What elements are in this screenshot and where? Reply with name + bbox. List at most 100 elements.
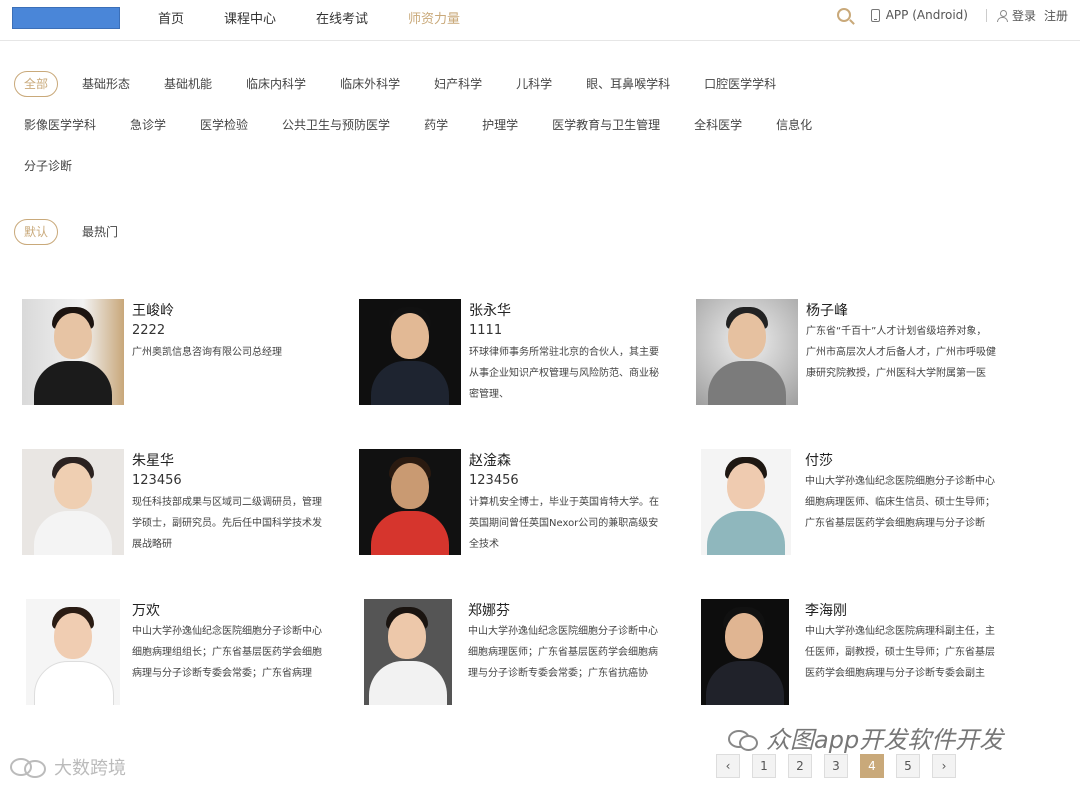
search-icon[interactable] [836,8,851,22]
user-icon [996,9,1008,22]
sort-default[interactable]: 默认 [14,219,59,245]
category-item[interactable]: 儿科学 [506,72,562,96]
register-link[interactable]: 注册 [1044,7,1068,24]
site-logo[interactable] [12,7,120,29]
divider [985,8,987,22]
teacher-card[interactable]: 朱星华 123456 现任科技部成果与区域司二级调研员，管理学硕士，副研究员。先… [22,449,322,557]
category-item[interactable]: 眼、耳鼻喉学科 [576,72,680,96]
category-item[interactable]: 临床外科学 [330,72,410,96]
pagination-page[interactable]: 3 [824,754,848,778]
pagination-prev[interactable]: ‹ [716,754,740,778]
teacher-card[interactable]: 杨子峰 广东省“千百十”人才计划省级培养对象，广州市高层次人才后备人才，广州市呼… [696,299,996,407]
sort-options: 默认 最热门 [14,219,142,245]
top-header: 首页 课程中心 在线考试 师资力量 APP (Android) 登录 注册 [0,0,1080,41]
nav-home[interactable]: 首页 [158,8,184,27]
teacher-description: 广州奥凯信息咨询有限公司总经理 [132,347,282,358]
teacher-name[interactable]: 张永华 [469,301,659,321]
category-item[interactable]: 医学检验 [190,113,258,137]
category-item[interactable]: 医学教育与卫生管理 [542,113,670,137]
teacher-info: 王峻岭 2222 广州奥凯信息咨询有限公司总经理 [132,301,322,363]
nav-exam[interactable]: 在线考试 [316,8,368,27]
category-item[interactable]: 妇产科学 [424,72,492,96]
main-nav: 首页 课程中心 在线考试 师资力量 [158,0,500,34]
teacher-name[interactable]: 朱星华 [132,451,322,471]
category-item[interactable]: 分子诊断 [14,154,82,178]
teacher-info: 朱星华 123456 现任科技部成果与区域司二级调研员，管理学硕士，副研究员。先… [132,451,322,555]
header-right: APP (Android) 登录 注册 [836,0,1076,30]
teacher-card[interactable]: 张永华 1111 环球律师事务所常驻北京的合伙人，其主要从事企业知识产权管理与风… [359,299,659,407]
teacher-photo[interactable] [696,299,798,405]
teacher-info: 杨子峰 广东省“千百十”人才计划省级培养对象，广州市高层次人才后备人才，广州市呼… [806,301,996,384]
teacher-info: 郑娜芬 中山大学孙逸仙纪念医院细胞分子诊断中心细胞病理医师；广东省基层医药学会细… [468,601,658,684]
teacher-info: 万欢 中山大学孙逸仙纪念医院细胞分子诊断中心细胞病理组组长；广东省基层医药学会细… [132,601,322,684]
app-download-link[interactable]: APP (Android) [886,8,968,22]
teacher-photo[interactable] [701,599,789,705]
teacher-photo[interactable] [22,449,124,555]
teacher-subtitle: 1111 [469,323,503,338]
category-filter-row-1: 全部 基础形态 基础机能 临床内科学 临床外科学 妇产科学 儿科学 眼、耳鼻喉学… [14,71,800,97]
pagination-page[interactable]: 1 [752,754,776,778]
teacher-card[interactable]: 赵淦森 123456 计算机安全博士，毕业于英国肯特大学。在英国期间曾任英国Ne… [359,449,659,557]
category-item[interactable]: 护理学 [472,113,528,137]
teacher-description: 计算机安全博士，毕业于英国肯特大学。在英国期间曾任英国Nexor公司的兼职高级安… [469,497,659,550]
teacher-description: 环球律师事务所常驻北京的合伙人，其主要从事企业知识产权管理与风险防范、商业秘密管… [469,347,659,400]
category-item[interactable]: 全科医学 [684,113,752,137]
teacher-subtitle: 123456 [469,473,519,488]
teacher-description: 中山大学孙逸仙纪念医院细胞分子诊断中心细胞病理医师；广东省基层医药学会细胞病理与… [468,626,658,679]
pagination-page[interactable]: 5 [896,754,920,778]
teacher-card[interactable]: 李海刚 中山大学孙逸仙纪念医院病理科副主任，主任医师，副教授，硕士生导师；广东省… [701,599,1001,707]
pagination: ‹ 1 2 3 4 5 › [716,754,968,778]
category-item[interactable]: 影像医学学科 [14,113,106,137]
teacher-description: 中山大学孙逸仙纪念医院细胞分子诊断中心细胞病理医师、临床生信员、硕士生导师；广东… [805,476,995,529]
teacher-photo[interactable] [26,599,120,705]
teacher-name[interactable]: 付莎 [805,451,995,471]
category-filter-row-3: 分子诊断 [14,154,96,178]
teacher-info: 付莎 中山大学孙逸仙纪念医院细胞分子诊断中心细胞病理医师、临床生信员、硕士生导师… [805,451,995,534]
teacher-subtitle: 2222 [132,323,166,338]
login-link[interactable]: 登录 [1012,7,1036,24]
teacher-description: 中山大学孙逸仙纪念医院病理科副主任，主任医师，副教授，硕士生导师；广东省基层医药… [805,626,995,679]
sort-hottest[interactable]: 最热门 [72,220,128,244]
category-all[interactable]: 全部 [14,71,59,97]
pagination-page[interactable]: 2 [788,754,812,778]
category-item[interactable]: 急诊学 [120,113,176,137]
teacher-info: 张永华 1111 环球律师事务所常驻北京的合伙人，其主要从事企业知识产权管理与风… [469,301,659,405]
teacher-card[interactable]: 付莎 中山大学孙逸仙纪念医院细胞分子诊断中心细胞病理医师、临床生信员、硕士生导师… [701,449,1001,557]
teacher-card[interactable]: 郑娜芬 中山大学孙逸仙纪念医院细胞分子诊断中心细胞病理医师；广东省基层医药学会细… [364,599,664,707]
brand-watermark: 大数跨境 [10,754,126,780]
category-item[interactable]: 基础机能 [154,72,222,96]
brand-watermark-text: 大数跨境 [54,758,126,779]
pagination-page-current[interactable]: 4 [860,754,884,778]
teacher-card[interactable]: 王峻岭 2222 广州奥凯信息咨询有限公司总经理 [22,299,322,407]
teacher-photo[interactable] [701,449,791,555]
teacher-description: 现任科技部成果与区域司二级调研员，管理学硕士，副研究员。先后任中国科学技术发展战… [132,497,322,550]
category-item[interactable]: 药学 [414,113,458,137]
teacher-photo[interactable] [359,299,461,405]
teacher-photo[interactable] [364,599,452,705]
category-item[interactable]: 公共卫生与预防医学 [272,113,400,137]
teacher-subtitle: 123456 [132,473,182,488]
category-item[interactable]: 临床内科学 [236,72,316,96]
teacher-name[interactable]: 王峻岭 [132,301,322,321]
category-filter-row-2: 影像医学学科 急诊学 医学检验 公共卫生与预防医学 药学 护理学 医学教育与卫生… [14,113,836,137]
teacher-info: 李海刚 中山大学孙逸仙纪念医院病理科副主任，主任医师，副教授，硕士生导师；广东省… [805,601,995,684]
nav-teachers[interactable]: 师资力量 [408,8,460,27]
teacher-photo[interactable] [22,299,124,405]
category-item[interactable]: 基础形态 [72,72,140,96]
teacher-name[interactable]: 李海刚 [805,601,995,621]
nav-courses[interactable]: 课程中心 [224,8,276,27]
teacher-info: 赵淦森 123456 计算机安全博士，毕业于英国肯特大学。在英国期间曾任英国Ne… [469,451,659,555]
teacher-card[interactable]: 万欢 中山大学孙逸仙纪念医院细胞分子诊断中心细胞病理组组长；广东省基层医药学会细… [26,599,326,707]
category-item[interactable]: 信息化 [766,113,822,137]
brand-icon [10,758,48,778]
teacher-name[interactable]: 赵淦森 [469,451,659,471]
pagination-next[interactable]: › [932,754,956,778]
teacher-name[interactable]: 万欢 [132,601,322,621]
teacher-description: 广东省“千百十”人才计划省级培养对象，广州市高层次人才后备人才，广州市呼吸健康研… [806,326,996,379]
teacher-photo[interactable] [359,449,461,555]
category-item[interactable]: 口腔医学学科 [694,72,786,96]
phone-icon [870,8,880,22]
wechat-watermark-text: 众图app开发软件开发 [766,726,1004,754]
teacher-name[interactable]: 杨子峰 [806,301,996,321]
teacher-name[interactable]: 郑娜芬 [468,601,658,621]
